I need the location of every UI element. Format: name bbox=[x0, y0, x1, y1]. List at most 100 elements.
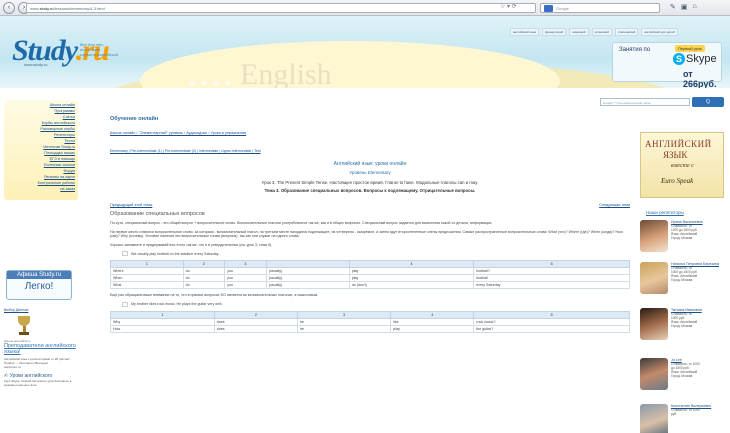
table-cell: play bbox=[348, 274, 475, 283]
book-ad[interactable]: АНГЛИЙСКИЙ ЯЗЫК вместе с Euro Speak bbox=[640, 132, 724, 198]
bookmark-icon[interactable]: ✎ bbox=[670, 3, 676, 11]
tutor-card[interactable]: Ирина Васильевна Стоимость: от 1200 до 1… bbox=[640, 220, 726, 258]
tutor-card[interactable]: Татьяна Ивановна Стоимость: от 1000 руб.… bbox=[640, 308, 726, 346]
table-row: Where do you (usually) play football? bbox=[110, 267, 630, 276]
left-nav-link[interactable]: на заказ bbox=[7, 186, 75, 192]
browser-search-field[interactable]: Google bbox=[540, 3, 660, 13]
left-sidebar: Школа онлайн Программы Статьи Клубы англ… bbox=[0, 88, 82, 433]
table-cell: How bbox=[110, 324, 215, 333]
example-marker bbox=[122, 301, 128, 307]
site-header: English Study.ru www.study.ru Все для те… bbox=[0, 16, 730, 88]
table-cell: play bbox=[348, 267, 475, 276]
skype-ad-banner[interactable]: Занятия по Первый урок S Skype от 266руб. bbox=[612, 42, 722, 88]
table-header: 1 bbox=[110, 310, 215, 319]
afisha-widget[interactable]: Афиша Study.ru Легко! bbox=[6, 270, 72, 300]
paragraph: На первое место ставится вопросительное … bbox=[110, 229, 623, 239]
page-title: Английский язык: уроки онлайн bbox=[333, 161, 407, 167]
main-content: Обучение онлайн Школа онлайн / "Элемента… bbox=[110, 108, 630, 433]
skype-logo: S Skype bbox=[673, 53, 717, 65]
tutor-card[interactable]: Константин Валерьевич Стоимость: от 1000… bbox=[640, 404, 726, 433]
url-prefix: www. bbox=[30, 5, 40, 11]
table-row: Why does he like rock music? bbox=[110, 317, 630, 326]
tutor-photo bbox=[640, 358, 668, 390]
web-page: English Study.ru www.study.ru Все для те… bbox=[0, 16, 730, 433]
table-cell: you bbox=[224, 267, 267, 276]
reload-icon[interactable]: ☆ ▾ ⟳ bbox=[500, 3, 517, 10]
prev-next-nav: Предыдущий этой темы Следующая тема bbox=[110, 203, 630, 207]
url-host: study.ru bbox=[39, 5, 54, 11]
right-sidebar: АНГЛИЙСКИЙ ЯЗЫК вместе с Euro Speak Наши… bbox=[636, 114, 730, 433]
top-nav-link[interactable]: немецкий bbox=[569, 28, 589, 36]
back-button-icon[interactable]: ‹ bbox=[3, 1, 15, 14]
table-row: When do you (usually) play football bbox=[110, 274, 630, 283]
table-cell: football bbox=[473, 274, 630, 283]
table-cell: (usually) bbox=[265, 267, 350, 276]
site-search-button[interactable]: Q bbox=[692, 97, 724, 107]
table-cell: he bbox=[296, 324, 392, 333]
promo-text: Английский язык с репетиторами от 28 грн… bbox=[4, 357, 70, 365]
table-cell: he bbox=[296, 317, 392, 326]
address-bar[interactable]: www. study.ru/lessons/elementary/4-3.html bbox=[26, 3, 536, 13]
level-subnav[interactable]: Elementary | Pre-Intermediate (1) | Pre-… bbox=[110, 149, 630, 153]
left-nav: Школа онлайн Программы Статьи Клубы англ… bbox=[4, 100, 78, 200]
tutor-detail: Город: Москва bbox=[671, 324, 693, 328]
browser-toolbar: ‹ › www. study.ru/lessons/elementary/4-3.… bbox=[0, 0, 730, 16]
promo-text-2: Курс Skype. Скачай бесплатно урок беспла… bbox=[4, 379, 72, 387]
afisha-body: Легко! bbox=[24, 281, 54, 292]
skype-icon: S bbox=[673, 53, 685, 65]
table-cell: What bbox=[110, 281, 184, 290]
tutor-card[interactable]: Наталья Петровна Березина Стоимость: от … bbox=[640, 262, 726, 300]
tagline: Все для тех, кто хочет изучать английски… bbox=[80, 42, 118, 57]
example-text: My brother likes rock music. He plays th… bbox=[131, 302, 223, 307]
top-nav-link[interactable]: французский bbox=[541, 28, 567, 36]
prev-link[interactable]: Предыдущий этой темы bbox=[110, 203, 152, 207]
top-nav-link[interactable]: итальянский bbox=[614, 28, 639, 36]
table-cell: do bbox=[182, 281, 226, 290]
book-title-4: Euro Speak bbox=[661, 177, 694, 185]
site-search-input[interactable]: Google™ Пользовательский поиск bbox=[600, 98, 690, 106]
search-placeholder: Google bbox=[556, 5, 569, 11]
table-cell: do bbox=[182, 267, 226, 276]
example-marker bbox=[122, 251, 128, 257]
next-link[interactable]: Следующая тема bbox=[599, 203, 630, 207]
promo-url[interactable]: www.buro.ru bbox=[4, 365, 78, 369]
tutor-info: Константин Валерьевич Стоимость: от 1000… bbox=[671, 404, 711, 433]
table-cell: Where bbox=[110, 267, 184, 276]
search-engine-icon bbox=[544, 4, 553, 12]
paragraph: Хорошо запомните и придерживайтесь этого… bbox=[110, 242, 273, 247]
afisha-title: Афиша Study.ru bbox=[7, 271, 71, 279]
tutor-card[interactable]: Jo Lee Стоимость: от 1000 до 1500 руб. Я… bbox=[640, 358, 726, 396]
tutors-title[interactable]: Наши репетиторы bbox=[646, 210, 684, 215]
tutor-info: Татьяна Ивановна Стоимость: от 1000 руб.… bbox=[671, 308, 702, 346]
promo-header[interactable]: Выбор Диплом bbox=[4, 308, 78, 312]
question-table-1: 1 2 3 4 5 Where do you (usually) play fo… bbox=[110, 260, 630, 290]
home-icon[interactable]: ⌂ bbox=[693, 3, 697, 11]
top-nav-link[interactable]: английский для детей bbox=[641, 28, 678, 36]
top-nav-link[interactable]: английский язык bbox=[510, 28, 539, 36]
promo-block: Выбор Диплом Школа английского Преподава… bbox=[4, 308, 78, 387]
menu-icon[interactable]: ▣ bbox=[681, 3, 688, 11]
section-title: Обучение онлайн bbox=[110, 116, 159, 122]
tutor-photo bbox=[640, 262, 668, 294]
table-header: 5 bbox=[473, 260, 630, 269]
table-header: 3 bbox=[224, 260, 267, 269]
table-header: 3 bbox=[296, 310, 392, 319]
top-nav-link[interactable]: испанский bbox=[591, 28, 612, 36]
book-title-1: АНГЛИЙСКИЙ bbox=[645, 139, 712, 149]
paragraph: По-сути, специальный вопрос - это общий … bbox=[110, 221, 493, 225]
breadcrumb[interactable]: Школа онлайн / "Элементарный" уровень / … bbox=[110, 131, 630, 135]
tutor-detail: Город: Москва bbox=[671, 278, 693, 282]
promo-link[interactable]: Преподаватели английского языка! bbox=[4, 343, 78, 355]
table-cell: does bbox=[213, 317, 298, 326]
trophy-icon bbox=[18, 316, 30, 338]
table-cell: Why bbox=[110, 317, 215, 326]
table-row: How does he play the guitar? bbox=[110, 324, 630, 333]
tutor-photo bbox=[640, 404, 668, 433]
question-table-2: 1 2 3 4 5 Why does he like rock music? H… bbox=[110, 310, 630, 333]
example-sentence: We usually play football on the stadium … bbox=[122, 251, 630, 257]
lesson-title: Урок 3. The Present Simple Tense. Настоя… bbox=[261, 180, 479, 185]
table-header-row: 1 2 3 4 5 bbox=[110, 310, 630, 319]
tutor-detail: Город: Москва bbox=[671, 236, 693, 240]
table-cell: the guitar? bbox=[473, 324, 630, 333]
article-heading: Образование специальных вопросов bbox=[110, 211, 205, 217]
